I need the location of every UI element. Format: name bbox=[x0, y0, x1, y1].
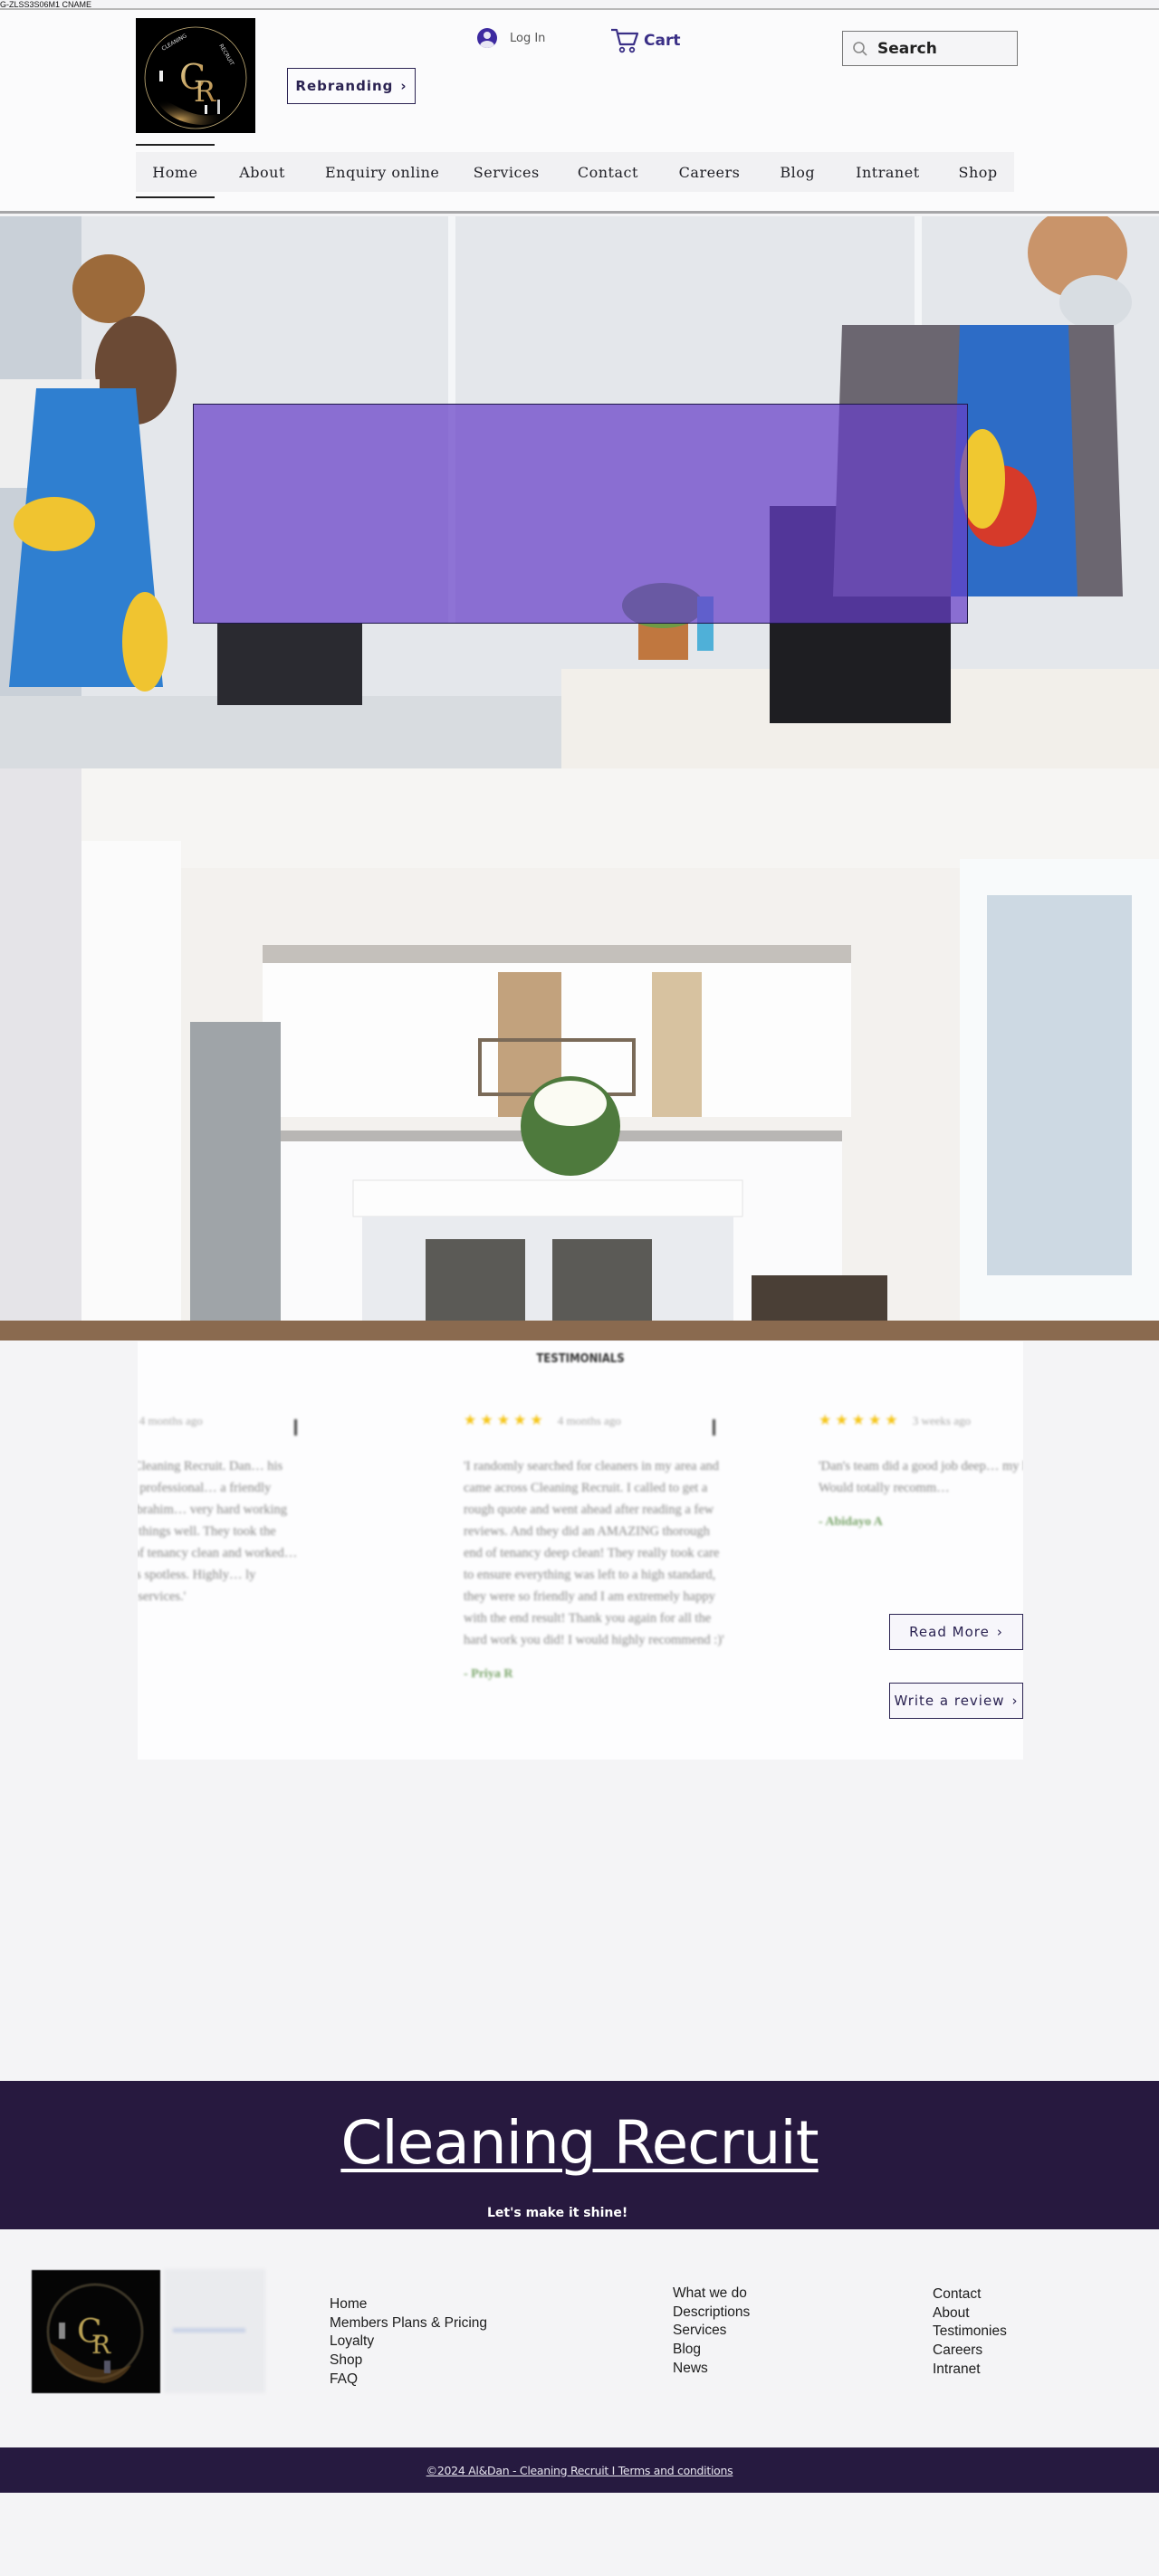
star-icon: ★ bbox=[851, 1413, 866, 1428]
login-label: Log In bbox=[510, 31, 546, 45]
footer-link-testimonies[interactable]: Testimonies bbox=[933, 2323, 1007, 2342]
copyright-bar: ©2024 Al&Dan - Cleaning Recruit I Terms … bbox=[0, 2447, 1159, 2493]
review-author: - Abidayo A bbox=[819, 1515, 883, 1529]
search-icon bbox=[853, 41, 867, 56]
write-review-button[interactable]: Write a review › bbox=[889, 1683, 1023, 1719]
shopping-cart-icon bbox=[611, 28, 639, 53]
search-input[interactable] bbox=[877, 39, 1004, 58]
cart-label: Cart bbox=[644, 32, 681, 50]
chevron-right-icon: › bbox=[400, 78, 407, 94]
footer-secondary-image bbox=[164, 2269, 265, 2393]
rebranding-button-label: Rebranding bbox=[295, 78, 394, 94]
review-divider bbox=[294, 1419, 297, 1436]
nav-item-careers[interactable]: Careers bbox=[657, 152, 761, 192]
cart-link[interactable]: Cart bbox=[609, 27, 680, 54]
site-header: C R CLEANING RECRUIT Rebranding › Log In… bbox=[0, 10, 1159, 214]
footer-link-intranet[interactable]: Intranet bbox=[933, 2361, 1007, 2380]
nav-item-blog[interactable]: Blog bbox=[761, 152, 834, 192]
main-nav: Home About Enquiry online Services Conta… bbox=[136, 144, 1014, 198]
review-author: - Priya R bbox=[464, 1667, 513, 1681]
star-icon: ★ bbox=[480, 1413, 493, 1428]
nav-item-contact[interactable]: Contact bbox=[559, 152, 658, 192]
svg-text:R: R bbox=[194, 74, 216, 109]
review-time: 4 months ago bbox=[139, 1414, 203, 1427]
write-review-label: Write a review bbox=[894, 1693, 1005, 1709]
star-icon: ★ bbox=[513, 1413, 527, 1428]
review-text: 'Dan's team did a good job deep… my home… bbox=[819, 1459, 1023, 1495]
footer-link-careers[interactable]: Careers bbox=[933, 2342, 1007, 2361]
hero-overlay-box bbox=[193, 404, 968, 624]
rebranding-button[interactable]: Rebranding › bbox=[287, 68, 416, 104]
footer-link-about[interactable]: About bbox=[933, 2304, 1007, 2323]
footer-link-loyalty[interactable]: Loyalty bbox=[330, 2333, 487, 2352]
star-icon: ★ bbox=[530, 1413, 543, 1428]
star-icon: ★ bbox=[496, 1413, 511, 1428]
read-more-button[interactable]: Read More › bbox=[889, 1614, 1023, 1650]
review-time: 4 months ago bbox=[557, 1414, 621, 1427]
footer-link-news[interactable]: News bbox=[673, 2360, 750, 2379]
star-icon: ★ bbox=[885, 1413, 898, 1428]
copyright-terms-link[interactable]: ©2024 Al&Dan - Cleaning Recruit I Terms … bbox=[426, 2464, 733, 2477]
review-text: …azing work at Cleaning Recruit. Dan… hi… bbox=[138, 1459, 298, 1604]
footer-link-home[interactable]: Home bbox=[330, 2295, 487, 2314]
search-box[interactable] bbox=[842, 31, 1018, 66]
star-rating: ★ ★ ★ ★ ★ 4 months ago bbox=[464, 1414, 726, 1428]
brand-banner: Cleaning Recruit Let's make it shine! bbox=[0, 2081, 1159, 2229]
login-link[interactable]: Log In bbox=[477, 28, 545, 48]
footer-link-what-we-do[interactable]: What we do bbox=[673, 2285, 750, 2304]
logo-emblem-icon: C R bbox=[32, 2270, 160, 2393]
footer-link-shop[interactable]: Shop bbox=[330, 2352, 487, 2371]
star-icon: ★ bbox=[819, 1413, 832, 1428]
footer-link-contact[interactable]: Contact bbox=[933, 2285, 1007, 2304]
site-footer: C R Home Members Plans & Pricing Loyalty… bbox=[0, 2229, 1159, 2448]
chevron-right-icon: › bbox=[1011, 1693, 1019, 1709]
nav-item-services[interactable]: Services bbox=[455, 152, 559, 192]
read-more-label: Read More bbox=[909, 1624, 990, 1640]
review-divider bbox=[713, 1419, 715, 1436]
star-icon: ★ bbox=[868, 1413, 882, 1428]
nav-item-intranet[interactable]: Intranet bbox=[834, 152, 943, 192]
review-time: 3 weeks ago bbox=[912, 1414, 971, 1427]
hero-office-cleaning-image bbox=[0, 216, 1159, 768]
footer-link-services[interactable]: Services bbox=[673, 2322, 750, 2341]
footer-links-column-2: What we do Descriptions Services Blog Ne… bbox=[673, 2285, 750, 2379]
star-rating: ★ ★ ★ ★ ★ 3 weeks ago bbox=[819, 1414, 1023, 1428]
review-card: ★ ★ ★ ★ ★ 4 months ago 'I randomly searc… bbox=[464, 1414, 726, 1682]
footer-logo[interactable]: C R bbox=[32, 2270, 160, 2393]
svg-text:R: R bbox=[91, 2330, 111, 2360]
footer-links-column-1: Home Members Plans & Pricing Loyalty Sho… bbox=[330, 2295, 487, 2390]
logo-emblem-icon: C R CLEANING RECRUIT bbox=[136, 18, 255, 133]
hero-kitchen-image bbox=[0, 768, 1159, 1340]
nav-item-shop[interactable]: Shop bbox=[942, 152, 1014, 192]
footer-links-column-3: Contact About Testimonies Careers Intran… bbox=[933, 2285, 1007, 2380]
review-card: ★ ★ ★ ★ ★ 3 weeks ago 'Dan's team did a … bbox=[819, 1414, 1023, 1530]
footer-link-blog[interactable]: Blog bbox=[673, 2341, 750, 2360]
user-avatar-icon bbox=[477, 28, 497, 48]
review-card: ★ ★ ★ ★ ★ 4 months ago …azing work at Cl… bbox=[138, 1414, 308, 1608]
star-icon: ★ bbox=[464, 1413, 477, 1428]
nav-item-about[interactable]: About bbox=[215, 152, 311, 192]
review-text: 'I randomly searched for cleaners in my … bbox=[464, 1459, 724, 1647]
footer-link-descriptions[interactable]: Descriptions bbox=[673, 2304, 750, 2323]
site-logo[interactable]: C R CLEANING RECRUIT bbox=[136, 18, 255, 133]
nav-item-home[interactable]: Home bbox=[136, 144, 215, 198]
testimonials-section: TESTIMONIALS ★ ★ ★ ★ ★ 4 months ago …azi… bbox=[138, 1341, 1023, 1760]
kitchen-illustration bbox=[0, 768, 1159, 1340]
footer-link-faq[interactable]: FAQ bbox=[330, 2371, 487, 2390]
star-rating: ★ ★ ★ ★ ★ 4 months ago bbox=[138, 1414, 308, 1428]
nav-item-enquiry-online[interactable]: Enquiry online bbox=[310, 152, 455, 192]
testimonials-title: TESTIMONIALS bbox=[536, 1352, 625, 1366]
footer-link-members-plans-pricing[interactable]: Members Plans & Pricing bbox=[330, 2314, 487, 2333]
brand-tagline: Let's make it shine! bbox=[487, 2206, 628, 2220]
chevron-right-icon: › bbox=[996, 1624, 1003, 1640]
star-icon: ★ bbox=[835, 1413, 848, 1428]
brand-title-link[interactable]: Cleaning Recruit bbox=[0, 2108, 1159, 2178]
